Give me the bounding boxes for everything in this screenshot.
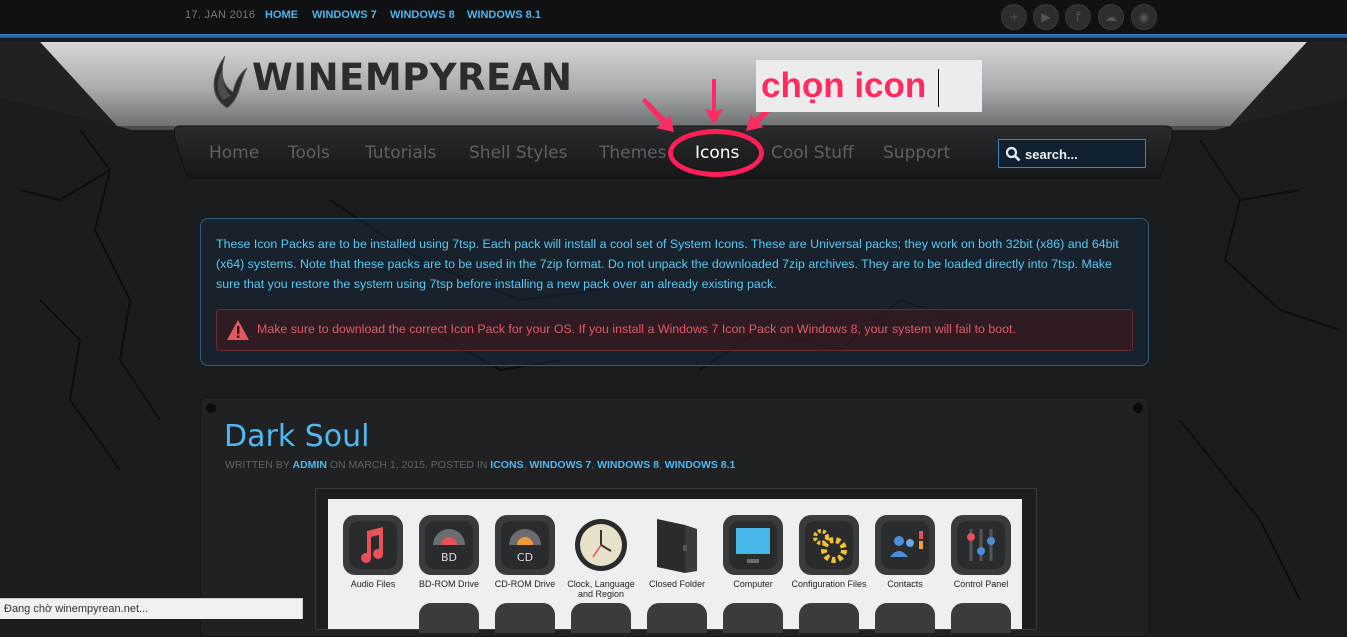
nav-tutorials[interactable]: Tutorials [365,143,436,163]
top-link-windows-8[interactable]: WINDOWS 8 [390,9,455,21]
search-placeholder: search... [1025,147,1078,162]
icon-label-clock-language-region: Clock, Language and Region [567,579,635,599]
nav-themes[interactable]: Themes [599,143,667,163]
icon-label-cd-rom-drive: CD-ROM Drive [494,579,556,589]
rss-icon[interactable]: ◉ [1131,4,1157,30]
meta-category-icons[interactable]: ICONS [490,459,523,471]
info-panel: These Icon Packs are to be installed usi… [200,218,1149,366]
cloud-icon[interactable]: ☁ [1098,4,1124,30]
top-link-windows-8-1[interactable]: WINDOWS 8.1 [467,9,541,21]
nav-cool-stuff[interactable]: Cool Stuff [771,143,854,163]
monitor-icon [723,515,783,575]
cd-drive-icon: CD [495,515,555,575]
logo-icon [213,55,248,109]
icon-preview-image[interactable]: Audio Files BD BD-ROM Drive CD CD-ROM Dr… [315,488,1037,633]
icon-label-contacts: Contacts [887,579,923,589]
icon-row2-item [571,603,631,633]
nav-home[interactable]: Home [209,143,259,163]
status-text: Đang chờ winempyrean.net... [4,603,149,615]
warning-text: Make sure to download the correct Icon P… [257,322,1016,336]
top-bar: 17. JAN 2016 HOME WINDOWS 7 WINDOWS 8 WI… [0,0,1347,34]
current-date: 17. JAN 2016 [185,9,256,21]
annotation-highlight-ring [668,129,764,177]
bd-drive-icon: BD [419,515,479,575]
gears-icon [799,515,859,575]
svg-text:BD: BD [441,551,457,564]
icon-label-closed-folder: Closed Folder [648,579,706,589]
icon-row2-item [799,603,859,633]
icon-row2-item [647,603,707,633]
annotation-text: chọn icon [761,66,927,105]
icon-row2-item [419,603,479,633]
nav-tools[interactable]: Tools [288,143,330,163]
site-logo[interactable]: WINEMPYREAN [252,56,572,99]
meta-category-windows-8-1[interactable]: WINDOWS 8.1 [665,459,736,471]
svg-text:CD: CD [517,551,533,564]
info-text: These Icon Packs are to be installed usi… [216,237,1119,291]
text-cursor [938,69,939,107]
warning-icon [227,320,249,340]
warning-box: Make sure to download the correct Icon P… [216,309,1133,351]
icon-label-bd-rom-drive: BD-ROM Drive [419,579,479,589]
meta-author-link[interactable]: ADMIN [292,459,326,471]
folder-icon [647,515,707,575]
nav-support[interactable]: Support [883,143,950,163]
bolt-icon [1133,403,1143,413]
article-title[interactable]: Dark Soul [224,419,369,454]
icon-preview-sheet: Audio Files BD BD-ROM Drive CD CD-ROM Dr… [328,499,1022,633]
icon-row2-item [875,603,935,633]
meta-written-by: WRITTEN BY [225,459,290,471]
meta-category-windows-8[interactable]: WINDOWS 8 [597,459,659,471]
sliders-icon [951,515,1011,575]
browser-status-bar: Đang chờ winempyrean.net... [0,598,303,619]
icon-label-audio-files: Audio Files [350,579,396,589]
icon-row2-item [723,603,783,633]
contacts-icon [875,515,935,575]
search-input[interactable]: search... [998,139,1146,168]
icon-label-computer: Computer [733,579,773,589]
play-icon[interactable]: ▶ [1033,4,1059,30]
annotation-box: chọn icon [756,60,982,112]
bolt-icon [206,403,216,413]
icon-label-configuration-files: Configuration Files [791,579,867,589]
music-note-icon [343,515,403,575]
icon-row2-item [951,603,1011,633]
clock-icon [571,515,631,575]
nav-shell-styles[interactable]: Shell Styles [469,143,567,163]
icon-row2-item [495,603,555,633]
meta-category-windows-7[interactable]: WINDOWS 7 [529,459,591,471]
plus-icon[interactable]: + [1001,4,1027,30]
top-link-windows-7[interactable]: WINDOWS 7 [312,9,377,21]
facebook-icon[interactable]: f [1065,4,1091,30]
meta-date: ON MARCH 1, 2015. POSTED IN [329,459,488,471]
icon-label-control-panel: Control Panel [953,579,1009,589]
top-link-home[interactable]: HOME [265,9,298,21]
article-meta: WRITTEN BY ADMIN ON MARCH 1, 2015. POSTE… [225,459,736,471]
search-icon [1005,146,1021,162]
